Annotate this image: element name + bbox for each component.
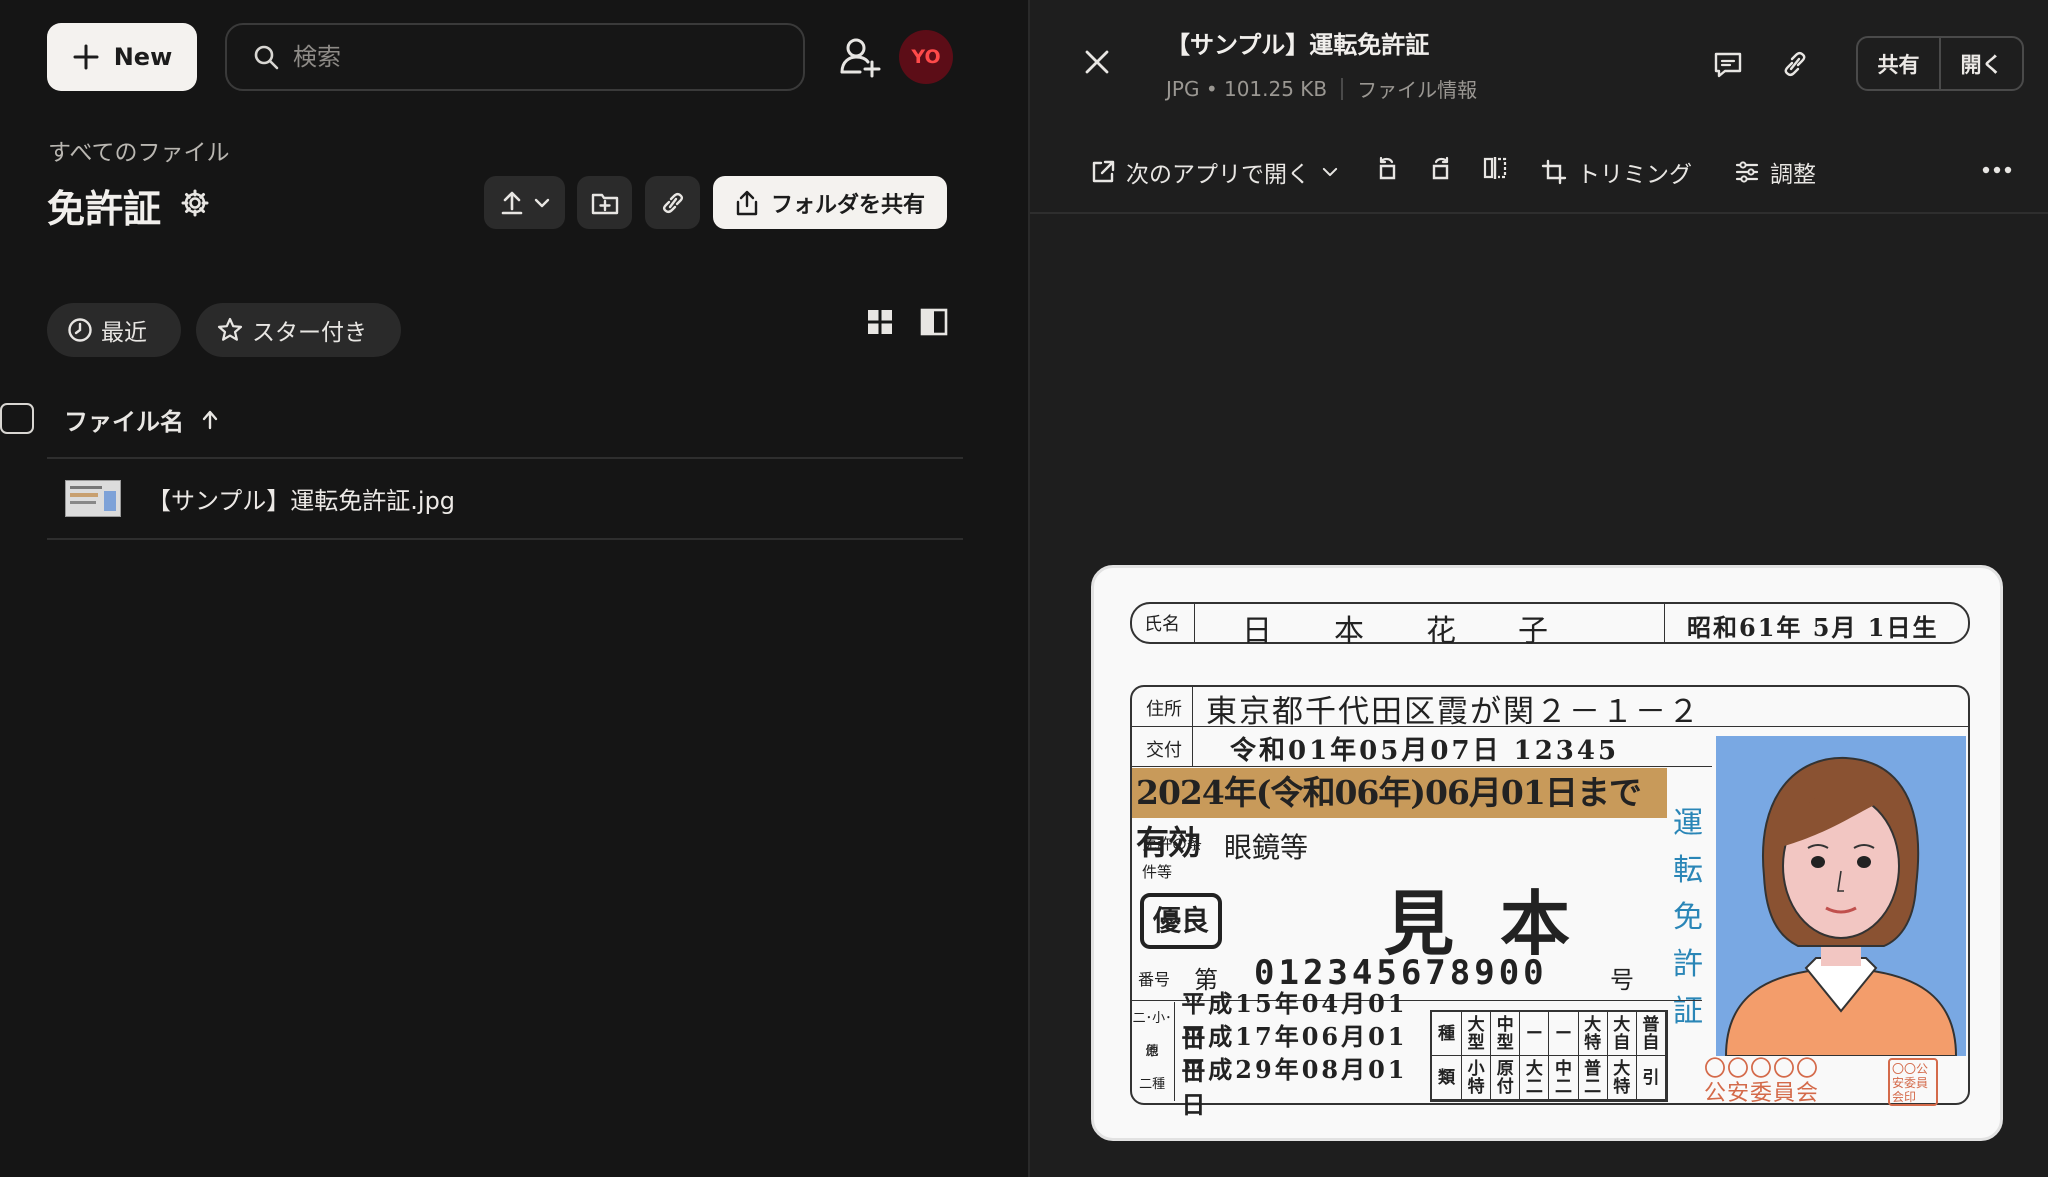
share-folder-label: フォルダを共有 <box>770 192 925 218</box>
file-info-link[interactable]: ファイル情報 <box>1357 74 1477 103</box>
table-row[interactable]: 【サンプル】運転免許証.jpg <box>47 459 963 538</box>
license-name: 日本花子 <box>1242 614 1610 649</box>
chevron-down-icon <box>534 198 549 207</box>
preview-title: 【サンプル】運転免許証 <box>1166 31 1430 59</box>
filter-starred-chip[interactable]: スター付き <box>196 303 401 357</box>
page-title: 免許証 <box>47 187 162 231</box>
license-image: 氏名 日本花子 昭和61年 5月 1日生 住所 東京都千代田区霞が関２－１－２ … <box>1091 565 2003 1141</box>
plus-icon <box>73 44 99 70</box>
conditions-label: 免許の条件等 <box>1142 835 1203 881</box>
search-icon <box>254 45 279 70</box>
name-row: 氏名 日本花子 昭和61年 5月 1日生 <box>1130 602 1970 649</box>
select-all-checkbox[interactable] <box>0 403 34 434</box>
column-header-filename[interactable]: ファイル名 <box>64 402 220 437</box>
date-row: 二種 平成29年08月01日 <box>1130 1055 1420 1119</box>
crop-button[interactable]: トリミング <box>1541 155 1692 189</box>
avatar-initials: YO <box>911 46 941 68</box>
recent-label: 最近 <box>101 320 147 346</box>
add-user-icon[interactable] <box>838 34 884 80</box>
crop-icon <box>1541 159 1567 185</box>
share-button[interactable]: 共有 <box>1858 38 1941 89</box>
grid-view-icon[interactable] <box>866 308 894 336</box>
license-dates: 二･小･原 平成15年04月01日 他平成17年06月01日 二種 平成29年08月… <box>1130 989 1420 1119</box>
license-photo <box>1716 736 1966 1056</box>
open-with-label: 次のアプリで開く <box>1126 162 1310 188</box>
adjust-button[interactable]: 調整 <box>1734 155 1816 189</box>
adjust-label: 調整 <box>1770 162 1816 188</box>
comment-icon[interactable] <box>1713 50 1743 80</box>
license-dob: 昭和61年 5月 1日生 <box>1687 613 1939 642</box>
preview-meta: JPG • 101.25 KB ファイル情報 <box>1166 74 1477 103</box>
search-input[interactable] <box>293 43 753 71</box>
search-box[interactable] <box>225 23 805 91</box>
new-folder-button[interactable] <box>577 176 632 229</box>
rotate-left-icon <box>1379 156 1396 180</box>
link-icon <box>662 192 683 213</box>
star-icon <box>217 317 243 341</box>
issue-label: 交付 <box>1146 740 1182 761</box>
clock-icon <box>68 318 92 342</box>
flip-button[interactable] <box>1482 155 1508 181</box>
breadcrumb[interactable]: すべてのファイル <box>48 133 229 167</box>
portrait-illustration <box>1716 736 1966 1056</box>
file-meta: JPG • 101.25 KB <box>1166 76 1328 101</box>
yuryo-badge: 優良 <box>1140 893 1222 949</box>
share-icon <box>736 190 758 215</box>
rotate-right-button[interactable] <box>1428 155 1454 181</box>
folder-plus-icon <box>591 193 618 214</box>
license-expiry: 2024年(令和06年)06月01日まで有効 <box>1132 768 1667 862</box>
toolbar-divider <box>1030 212 2048 214</box>
address-label: 住所 <box>1146 699 1182 720</box>
license-address: 東京都千代田区霞が関２－１－２ <box>1206 694 1701 730</box>
flip-icon <box>1483 157 1507 179</box>
open-with-button[interactable]: 次のアプリで開く <box>1090 155 1340 189</box>
external-link-icon <box>1092 160 1115 183</box>
table-divider <box>47 538 963 540</box>
filter-recent-chip[interactable]: 最近 <box>47 303 181 357</box>
avatar[interactable]: YO <box>899 30 953 84</box>
starred-label: スター付き <box>252 320 367 346</box>
number-suffix: 号 <box>1610 966 1634 994</box>
copy-link-button[interactable] <box>645 176 700 229</box>
side-panel-icon[interactable] <box>920 308 948 336</box>
number-label: 番号 <box>1138 970 1171 989</box>
chevron-down-icon <box>1322 167 1338 177</box>
issuer-seal: 〇〇〇〇〇 公安委員会 <box>1704 1057 1820 1106</box>
file-name[interactable]: 【サンプル】運転免許証.jpg <box>147 481 455 516</box>
open-button[interactable]: 開く <box>1941 38 2022 89</box>
rotate-left-button[interactable] <box>1374 155 1400 181</box>
rotate-right-icon <box>1432 156 1449 180</box>
file-thumbnail <box>65 480 121 517</box>
arrow-up-icon <box>202 410 218 429</box>
crop-label: トリミング <box>1577 162 1692 188</box>
upload-button[interactable] <box>484 176 565 229</box>
license-issue: 令和01年05月07日 12345 <box>1230 736 1620 766</box>
share-open-group: 共有 開く <box>1856 36 2024 91</box>
issuer-stamp: 〇〇公安委員会印 <box>1888 1058 1938 1106</box>
new-button[interactable]: New <box>47 23 197 91</box>
upload-icon <box>501 191 522 214</box>
sliders-icon <box>1735 161 1759 183</box>
meta-separator <box>1341 77 1344 100</box>
share-folder-button[interactable]: フォルダを共有 <box>713 176 947 229</box>
more-options-icon[interactable] <box>1982 160 2012 180</box>
license-conditions: 眼鏡等 <box>1224 831 1309 864</box>
name-label: 氏名 <box>1144 614 1180 635</box>
license-class-grid: 種大型 中型ーー大特 大自 普自 類小特 原付 大二 中二 普二 大特引 <box>1430 1010 1668 1102</box>
link-icon[interactable] <box>1780 48 1810 80</box>
close-icon[interactable] <box>1083 48 1111 76</box>
column-header-label: ファイル名 <box>64 408 184 436</box>
new-button-label: New <box>113 43 173 71</box>
gear-icon[interactable] <box>180 188 210 218</box>
